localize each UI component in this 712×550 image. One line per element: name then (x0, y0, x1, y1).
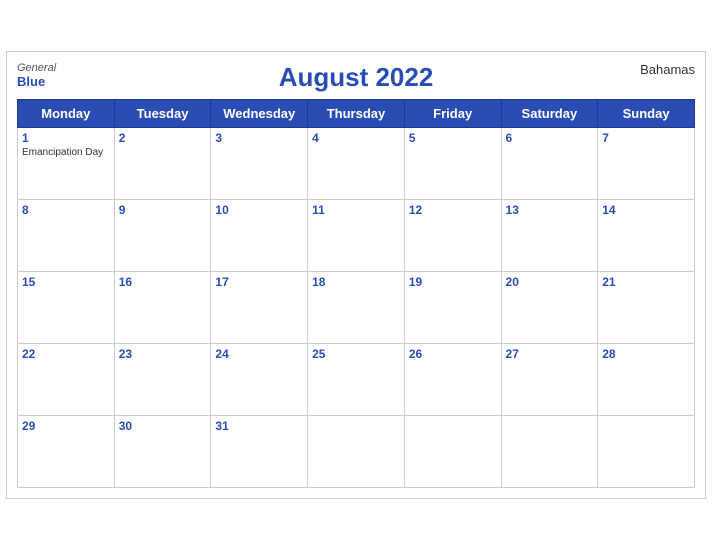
day-number: 14 (602, 203, 690, 217)
calendar-cell: 14 (598, 200, 695, 272)
day-number: 11 (312, 203, 400, 217)
day-number: 17 (215, 275, 303, 289)
header-sunday: Sunday (598, 100, 695, 128)
calendar-cell: 26 (404, 344, 501, 416)
calendar-cell: 1 Emancipation Day (18, 128, 115, 200)
day-number: 19 (409, 275, 497, 289)
calendar-week-row: 29 30 31 (18, 416, 695, 488)
calendar-cell: 2 (114, 128, 211, 200)
brand-blue-text: Blue (17, 74, 45, 89)
day-number: 27 (506, 347, 594, 361)
day-number: 7 (602, 131, 690, 145)
calendar-cell: 10 (211, 200, 308, 272)
calendar-cell: 8 (18, 200, 115, 272)
day-number: 28 (602, 347, 690, 361)
header-wednesday: Wednesday (211, 100, 308, 128)
day-number: 24 (215, 347, 303, 361)
day-number: 2 (119, 131, 207, 145)
day-number: 30 (119, 419, 207, 433)
calendar-grid: Monday Tuesday Wednesday Thursday Friday… (17, 99, 695, 488)
calendar-cell: 25 (308, 344, 405, 416)
calendar-cell (501, 416, 598, 488)
calendar-week-row: 22 23 24 25 26 27 28 (18, 344, 695, 416)
day-number: 26 (409, 347, 497, 361)
calendar-cell (308, 416, 405, 488)
day-number: 1 (22, 131, 110, 145)
calendar-week-row: 1 Emancipation Day 234567 (18, 128, 695, 200)
day-number: 6 (506, 131, 594, 145)
day-number: 10 (215, 203, 303, 217)
day-number: 9 (119, 203, 207, 217)
day-number: 31 (215, 419, 303, 433)
calendar-cell: 5 (404, 128, 501, 200)
day-number: 18 (312, 275, 400, 289)
calendar-cell: 21 (598, 272, 695, 344)
day-number: 21 (602, 275, 690, 289)
calendar-cell: 12 (404, 200, 501, 272)
day-number: 3 (215, 131, 303, 145)
header-tuesday: Tuesday (114, 100, 211, 128)
calendar-container: General Blue August 2022 Bahamas Monday … (6, 51, 706, 499)
calendar-cell: 29 (18, 416, 115, 488)
weekday-header-row: Monday Tuesday Wednesday Thursday Friday… (18, 100, 695, 128)
brand: General Blue (17, 62, 56, 89)
calendar-cell: 15 (18, 272, 115, 344)
day-number: 25 (312, 347, 400, 361)
calendar-cell: 28 (598, 344, 695, 416)
calendar-cell: 18 (308, 272, 405, 344)
calendar-cell: 27 (501, 344, 598, 416)
day-number: 20 (506, 275, 594, 289)
calendar-cell: 19 (404, 272, 501, 344)
day-number: 4 (312, 131, 400, 145)
calendar-cell: 17 (211, 272, 308, 344)
calendar-cell (404, 416, 501, 488)
calendar-cell: 13 (501, 200, 598, 272)
header-thursday: Thursday (308, 100, 405, 128)
calendar-cell: 23 (114, 344, 211, 416)
calendar-cell (598, 416, 695, 488)
calendar-cell: 24 (211, 344, 308, 416)
calendar-cell: 6 (501, 128, 598, 200)
calendar-cell: 16 (114, 272, 211, 344)
calendar-week-row: 15 16 17 18 19 20 21 (18, 272, 695, 344)
brand-general-text: General (17, 62, 56, 74)
country-label: Bahamas (640, 62, 695, 77)
day-number: 8 (22, 203, 110, 217)
calendar-cell: 11 (308, 200, 405, 272)
calendar-week-row: 89 10 11 12 13 14 (18, 200, 695, 272)
calendar-header: General Blue August 2022 Bahamas (17, 62, 695, 93)
calendar-cell: 4 (308, 128, 405, 200)
holiday-label: Emancipation Day (22, 147, 110, 158)
calendar-cell: 7 (598, 128, 695, 200)
day-number: 15 (22, 275, 110, 289)
day-number: 13 (506, 203, 594, 217)
calendar-title: August 2022 (17, 62, 695, 93)
day-number: 22 (22, 347, 110, 361)
calendar-cell: 20 (501, 272, 598, 344)
calendar-cell: 3 (211, 128, 308, 200)
calendar-cell: 30 (114, 416, 211, 488)
header-friday: Friday (404, 100, 501, 128)
day-number: 5 (409, 131, 497, 145)
day-number: 23 (119, 347, 207, 361)
header-saturday: Saturday (501, 100, 598, 128)
day-number: 12 (409, 203, 497, 217)
day-number: 29 (22, 419, 110, 433)
calendar-cell: 31 (211, 416, 308, 488)
header-monday: Monday (18, 100, 115, 128)
calendar-cell: 22 (18, 344, 115, 416)
calendar-cell: 9 (114, 200, 211, 272)
day-number: 16 (119, 275, 207, 289)
